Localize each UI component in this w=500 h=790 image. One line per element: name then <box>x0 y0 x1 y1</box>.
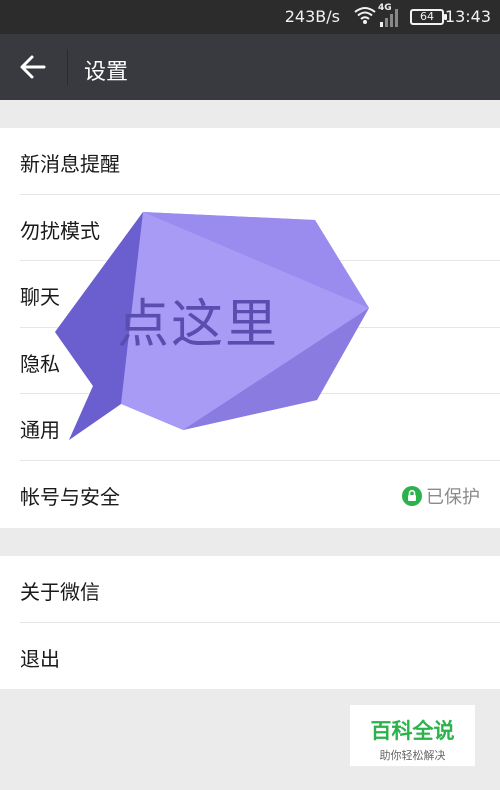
setting-label: 聊天 <box>20 285 60 310</box>
status-badge: 已保护 <box>402 483 480 511</box>
cellular-signal-icon: 4G <box>378 3 400 33</box>
header-divider <box>67 49 68 85</box>
setting-account-security[interactable]: 帐号与安全 已保护 <box>20 461 500 528</box>
tutorial-callout: 点这里 <box>55 210 371 442</box>
watermark-logo: 百科全说 助你轻松解决 <box>350 705 475 766</box>
lock-icon <box>402 485 422 511</box>
setting-label: 关于微信 <box>20 580 100 604</box>
setting-label: 帐号与安全 <box>20 484 120 509</box>
setting-new-message-alerts[interactable]: 新消息提醒 <box>20 128 500 195</box>
app-header: 设置 <box>0 34 500 100</box>
setting-label: 通用 <box>20 418 60 443</box>
setting-label: 隐私 <box>20 351 60 376</box>
page-title: 设置 <box>84 60 129 85</box>
watermark-title: 百科全说 <box>370 719 455 743</box>
arrow-left-icon[interactable] <box>18 53 48 81</box>
net-speed: 243B/s <box>284 7 340 26</box>
setting-about-wechat[interactable]: 关于微信 <box>20 556 500 623</box>
setting-label: 退出 <box>20 646 60 671</box>
settings-group-secondary: 关于微信 退出 <box>0 556 500 689</box>
setting-label: 新消息提醒 <box>20 152 120 176</box>
watermark-subtitle: 助你轻松解决 <box>379 749 446 762</box>
setting-logout[interactable]: 退出 <box>20 623 500 690</box>
clock: 13:43 <box>444 7 491 26</box>
battery-icon: 64 <box>410 9 447 25</box>
security-status-text: 已保护 <box>426 486 480 508</box>
network-type: 4G <box>378 3 392 13</box>
wifi-icon <box>354 6 376 28</box>
status-bar: 243B/s 4G 64 13:43 <box>0 0 500 34</box>
callout-text: 点这里 <box>117 295 280 355</box>
